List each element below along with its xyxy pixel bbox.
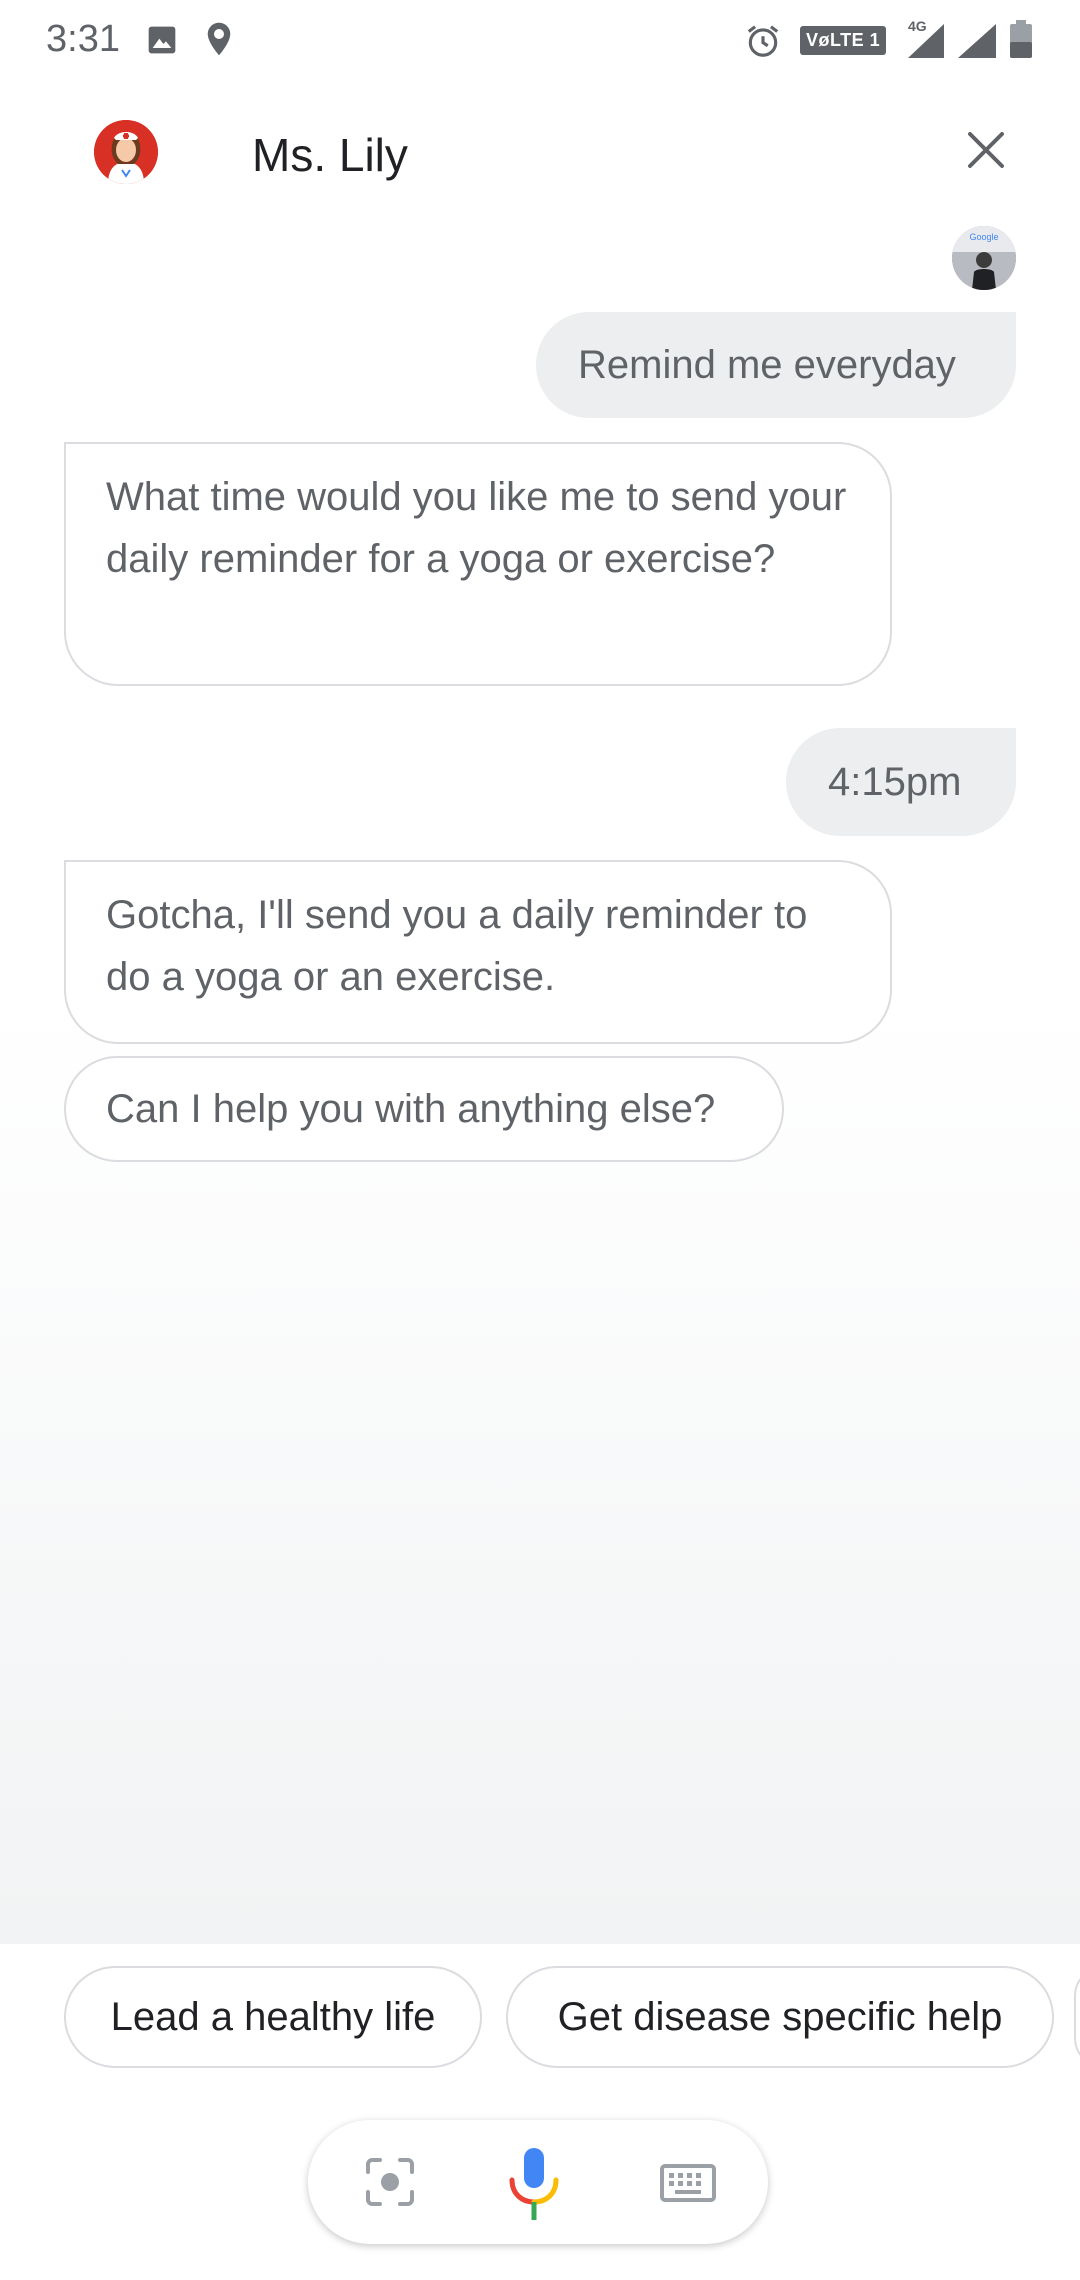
bot-message: Can I help you with anything else? xyxy=(64,1056,784,1162)
status-time: 3:31 xyxy=(46,18,120,60)
keyboard-button[interactable] xyxy=(660,2164,716,2207)
message-text: Gotcha, I'll send you a daily reminder t… xyxy=(106,893,808,999)
nurse-avatar xyxy=(94,120,158,184)
location-icon xyxy=(207,22,231,56)
signal-icon xyxy=(908,24,944,58)
message-text: 4:15pm xyxy=(828,760,962,804)
google-badge-text: Google xyxy=(969,232,998,242)
user-message: Remind me everyday xyxy=(536,312,1016,418)
close-icon xyxy=(968,132,1004,168)
close-button[interactable] xyxy=(958,122,1014,178)
chip-label: Lead a healthy life xyxy=(110,1994,436,2039)
input-bar xyxy=(308,2120,768,2244)
chat-title: Ms. Lily xyxy=(252,129,408,181)
user-photo: Google xyxy=(952,226,1016,290)
message-text: Can I help you with anything else? xyxy=(106,1087,716,1131)
suggestion-chip-healthy-life[interactable]: Lead a healthy life xyxy=(64,1966,482,2068)
mic-icon xyxy=(509,2148,559,2220)
image-icon xyxy=(148,26,176,54)
user-avatar: Google xyxy=(952,226,1016,290)
alarm-icon xyxy=(747,25,779,57)
assistant-screen: 3:31 VøLTE 1 4G Ms. Lily Google Remind m… xyxy=(0,0,1080,2280)
volte-badge: VøLTE 1 xyxy=(800,26,887,55)
message-text: Remind me everyday xyxy=(578,343,956,387)
lens-button[interactable] xyxy=(364,2156,416,2213)
mic-button[interactable] xyxy=(504,2146,564,2229)
signal-icon xyxy=(958,24,996,58)
status-bar: 3:31 VøLTE 1 4G xyxy=(0,0,1080,80)
message-text: What time would you like me to send your… xyxy=(106,475,847,581)
suggestion-chip-disease-help[interactable]: Get disease specific help xyxy=(506,1966,1054,2068)
user-message: 4:15pm xyxy=(786,728,1016,836)
nurse-avatar-icon xyxy=(94,120,158,184)
chat-header: Ms. Lily xyxy=(0,100,1080,210)
bot-message: Gotcha, I'll send you a daily reminder t… xyxy=(64,860,892,1044)
bot-message: What time would you like me to send your… xyxy=(64,442,892,686)
lens-icon xyxy=(366,2158,414,2206)
chip-label: Get disease specific help xyxy=(557,1994,1003,2039)
battery-icon xyxy=(1010,20,1032,58)
keyboard-icon xyxy=(660,2164,716,2202)
